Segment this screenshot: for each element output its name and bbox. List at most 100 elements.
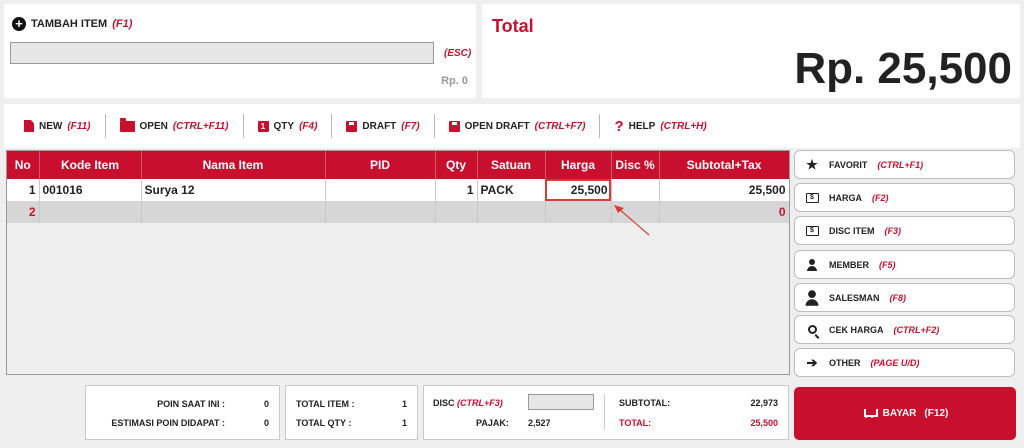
qty-button-label: QTY [273, 120, 295, 132]
subtotal-label: SUBTOTAL: [619, 398, 671, 408]
cell-pid[interactable] [325, 201, 436, 223]
cell-subtotal[interactable]: 0 [659, 201, 789, 223]
cell-kode-item[interactable]: 001016 [39, 179, 142, 201]
add-item-panel: + TAMBAH ITEM (F1) (ESC) Rp. 0 [4, 4, 476, 98]
price-tag-icon: $ [805, 192, 819, 203]
folder-icon [119, 117, 135, 132]
arrow-right-icon: ➔ [806, 354, 818, 370]
cell-disc[interactable] [611, 201, 660, 223]
disc-label-wrap: DISC (CTRL+F3) [433, 398, 503, 408]
cell-harga[interactable] [545, 201, 612, 223]
column-header-disc[interactable]: Disc % [611, 151, 660, 179]
question-icon: ? [614, 117, 624, 135]
cell-subtotal[interactable]: 25,500 [659, 179, 789, 201]
total-label: Total [492, 16, 534, 36]
bayar-button[interactable]: BAYAR (F12) [794, 387, 1016, 440]
save-icon [346, 120, 358, 132]
qty-button[interactable]: 1 QTY (F4) [244, 120, 332, 132]
new-button-label: NEW [39, 120, 63, 132]
table-row[interactable]: 1 001016 Surya 12 1 PACK 25,500 25,500 [7, 179, 789, 201]
favorit-label: FAVORIT [829, 159, 868, 170]
other-label: OTHER [829, 357, 861, 368]
column-header-subtotal[interactable]: Subtotal+Tax [659, 151, 789, 179]
item-search-input[interactable] [10, 42, 434, 64]
poin-label: POIN SAAT INI : [157, 399, 225, 409]
cek-harga-button[interactable]: CEK HARGA (CTRL+F2) [794, 315, 1015, 344]
salesman-label: SALESMAN [829, 292, 880, 303]
cell-nama-item[interactable] [141, 201, 326, 223]
cell-satuan[interactable]: PACK [477, 179, 546, 201]
subtotal-value: 22,973 [750, 398, 778, 408]
column-header-satuan[interactable]: Satuan [477, 151, 546, 179]
cell-disc[interactable] [611, 179, 660, 201]
esc-hotkey-label: (ESC) [444, 48, 472, 59]
new-button[interactable]: NEW (F11) [20, 120, 105, 132]
favorit-button[interactable]: ★ FAVORIT (CTRL+F1) [794, 150, 1015, 179]
totals-box: TOTAL ITEM : 1 TOTAL QTY : 1 [285, 385, 418, 440]
column-header-kode-item[interactable]: Kode Item [39, 151, 142, 179]
member-label: MEMBER [829, 259, 869, 270]
disc-input[interactable] [528, 394, 594, 410]
cell-harga[interactable]: 25,500 [545, 179, 612, 201]
member-button[interactable]: MEMBER (F5) [794, 250, 1015, 279]
new-button-hotkey: (F11) [67, 120, 91, 132]
column-header-no[interactable]: No [7, 151, 40, 179]
estimasi-label: ESTIMASI POIN DIDAPAT : [111, 418, 225, 428]
points-box: POIN SAAT INI : 0 ESTIMASI POIN DIDAPAT … [85, 385, 280, 440]
pajak-value: 2,527 [528, 418, 551, 428]
disc-label: DISC [433, 398, 455, 408]
column-header-nama-item[interactable]: Nama Item [141, 151, 326, 179]
bayar-label: BAYAR [882, 408, 917, 419]
salesman-button[interactable]: SALESMAN (F8) [794, 283, 1015, 312]
cell-satuan[interactable] [477, 201, 546, 223]
cell-no[interactable]: 2 [7, 201, 40, 223]
cell-kode-item[interactable] [39, 201, 142, 223]
summary-divider [604, 394, 605, 430]
table-row[interactable]: 2 0 [7, 201, 789, 223]
search-icon [807, 325, 817, 334]
new-document-icon [24, 120, 34, 132]
open-button-label: OPEN [139, 120, 168, 132]
open-button-hotkey: (CTRL+F11) [172, 120, 229, 132]
cell-qty[interactable]: 1 [435, 179, 478, 201]
column-header-harga[interactable]: Harga [545, 151, 612, 179]
total-amount: Rp. 25,500 [794, 44, 1012, 93]
qty-number-icon: 1 [257, 120, 269, 132]
total-qty-value: 1 [401, 418, 407, 428]
cell-pid[interactable] [325, 179, 436, 201]
cell-no[interactable]: 1 [7, 179, 40, 201]
poin-value: 0 [263, 399, 269, 409]
payment-summary-box: DISC (CTRL+F3) PAJAK: 2,527 SUBTOTAL: 22… [423, 385, 789, 440]
column-header-qty[interactable]: Qty [435, 151, 478, 179]
add-item-title[interactable]: + TAMBAH ITEM (F1) [12, 17, 132, 31]
cell-nama-item[interactable]: Surya 12 [141, 179, 326, 201]
disc-item-button[interactable]: $ DISC ITEM (F3) [794, 216, 1015, 245]
toolbar: NEW (F11) OPEN (CTRL+F11) 1 QTY (F4) DRA… [4, 104, 1020, 148]
open-button[interactable]: OPEN (CTRL+F11) [106, 117, 243, 132]
estimasi-value: 0 [263, 418, 269, 428]
cell-qty[interactable] [435, 201, 478, 223]
open-draft-button-label: OPEN DRAFT [464, 120, 530, 132]
member-icon [807, 258, 817, 271]
draft-button[interactable]: DRAFT (F7) [332, 120, 433, 132]
total-qty-label: TOTAL QTY : [296, 418, 352, 428]
table-header: No Kode Item Nama Item PID Qty Satuan Ha… [7, 151, 789, 179]
harga-label: HARGA [829, 192, 862, 203]
help-button-hotkey: (CTRL+H) [660, 120, 707, 132]
other-button[interactable]: ➔ OTHER (PAGE U/D) [794, 348, 1015, 377]
help-button[interactable]: ? HELP (CTRL+H) [600, 118, 720, 135]
cart-icon [862, 408, 878, 419]
pajak-label: PAJAK: [476, 418, 509, 428]
harga-button[interactable]: $ HARGA (F2) [794, 183, 1015, 212]
open-draft-button[interactable]: OPEN DRAFT (CTRL+F7) [435, 120, 600, 132]
cek-harga-hotkey: (CTRL+F2) [893, 324, 940, 335]
bayar-hotkey: (F12) [924, 408, 949, 419]
salesman-hotkey: (F8) [889, 292, 907, 303]
star-icon: ★ [806, 156, 818, 172]
grand-total-label: TOTAL: [619, 418, 652, 428]
other-hotkey: (PAGE U/D) [870, 357, 920, 368]
save-icon [448, 120, 460, 132]
disc-item-label: DISC ITEM [829, 225, 875, 236]
column-header-pid[interactable]: PID [325, 151, 436, 179]
open-draft-button-hotkey: (CTRL+F7) [534, 120, 586, 132]
